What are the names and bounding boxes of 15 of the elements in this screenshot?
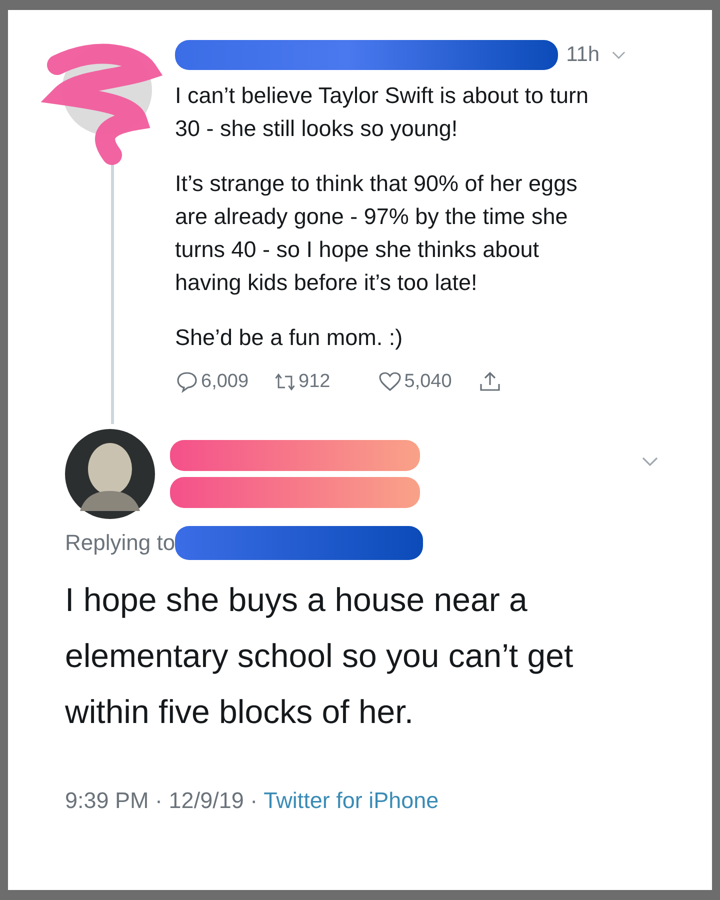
share-icon[interactable] [478,370,502,394]
reply-button[interactable]: 6,009 [175,370,249,394]
avatar[interactable] [65,429,155,519]
tweet-timestamp: 9:39 PM · 12/9/19 · [65,788,258,814]
retweet-button[interactable]: 912 [272,370,330,394]
tweet-text: It’s strange to think that 90% of her eggs are already gone - 97% by the time she turns 40 - so I hope she thinks about having kids before it’s too late! [175,170,578,297]
speech-bubble-icon [175,370,199,394]
heart-icon [378,370,402,394]
tweet-time: 11h [566,43,600,67]
like-button[interactable]: 5,040 [378,370,452,394]
source-link[interactable]: Twitter for iPhone [264,788,439,814]
tweet-text: I can’t believe Taylor Swift is about to turn 30 - she still looks so young! [175,82,590,143]
reply-text: I hope she buys a house near a elementary school so you can’t get within five blocks of her. [65,580,574,732]
replying-to-label: Replying to [65,530,176,556]
tweet-text: She’d be a fun mom. :) [175,324,404,352]
